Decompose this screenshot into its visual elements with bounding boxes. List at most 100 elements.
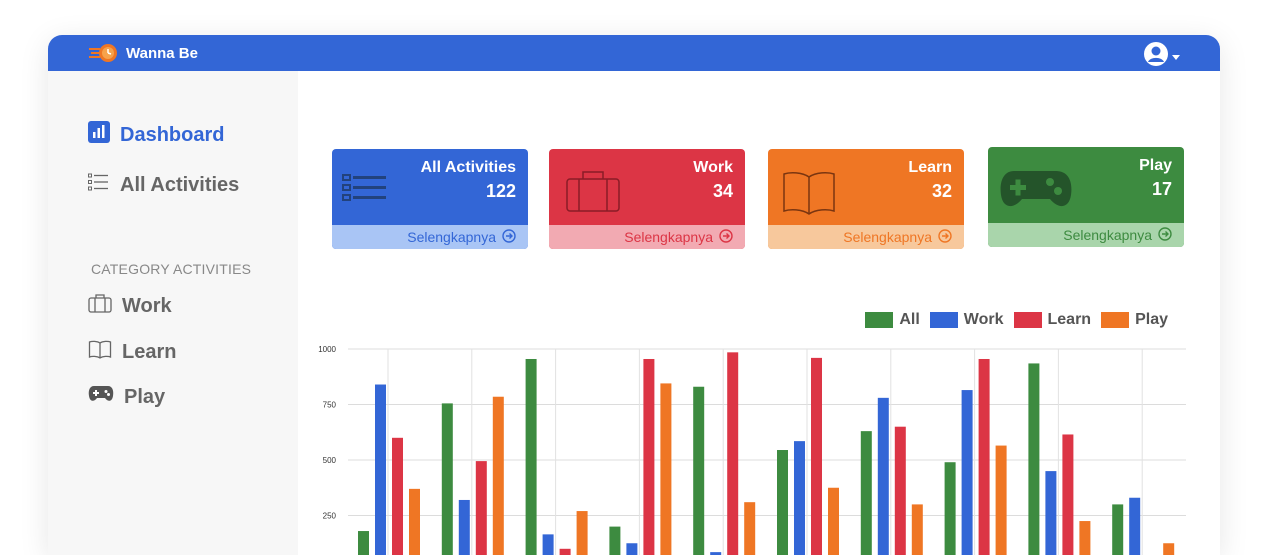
card-title: All Activities (420, 159, 516, 176)
y-tick-label: 1000 (318, 345, 336, 354)
sidebar-item-label: Play (124, 385, 166, 408)
y-tick-label: 250 (323, 512, 337, 521)
briefcase-icon (88, 293, 112, 319)
bar-work (375, 384, 386, 555)
y-tick-label: 750 (323, 401, 337, 410)
bar-play (660, 383, 672, 555)
bar-play (1079, 521, 1091, 555)
bar-play (1163, 543, 1175, 555)
legend-item-play[interactable]: Play (1101, 311, 1168, 329)
user-avatar-icon (1143, 41, 1169, 72)
sidebar-item-play[interactable]: Play (88, 385, 165, 409)
bar-play (492, 396, 504, 555)
brand[interactable]: Wanna Be (88, 42, 198, 64)
legend-label: Work (963, 311, 1004, 328)
bar-all (525, 358, 537, 555)
card-link-label: Selengkapnya (1063, 227, 1152, 243)
bar-all (1028, 363, 1040, 555)
card-link-label: Selengkapnya (407, 229, 496, 245)
bar-learn (559, 548, 571, 555)
bar-chart-icon (88, 121, 110, 149)
legend-swatch (1013, 312, 1042, 328)
bar-work (877, 397, 889, 555)
user-menu[interactable] (1143, 41, 1180, 72)
legend-item-learn[interactable]: Learn (1013, 311, 1092, 329)
legend-item-work[interactable]: Work (929, 311, 1004, 329)
bar-work (542, 534, 554, 555)
bar-all (441, 403, 453, 555)
sidebar-item-label: All Activities (120, 173, 240, 196)
card-more-link[interactable]: Selengkapnya (332, 225, 528, 249)
arrow-right-circle-icon (502, 228, 516, 246)
arrow-right-circle-icon (938, 228, 952, 246)
card-title: Learn (908, 159, 952, 176)
sidebar: Dashboard All Activities CATEGORY ACTIVI… (48, 71, 298, 555)
top-navbar: Wanna Be (48, 35, 1220, 71)
sidebar-item-work[interactable]: Work (88, 293, 172, 319)
sidebar-item-label: Dashboard (120, 123, 225, 146)
card-count: 34 (712, 181, 733, 201)
bar-all (1112, 504, 1124, 555)
legend-swatch (929, 312, 958, 328)
card-title: Play (1139, 157, 1172, 174)
bar-work (961, 390, 973, 555)
card-link-label: Selengkapnya (843, 229, 932, 245)
list-icon (88, 172, 110, 198)
bar-learn (811, 357, 822, 555)
sidebar-item-learn[interactable]: Learn (88, 339, 176, 365)
card-more-link[interactable]: Selengkapnya (988, 223, 1184, 247)
caret-down-icon (1172, 48, 1180, 66)
gamepad-icon (88, 385, 114, 409)
bar-work (1129, 497, 1141, 555)
bar-all (944, 462, 956, 555)
card-count: 32 (931, 181, 952, 201)
bar-learn (643, 358, 655, 555)
card-all-activities[interactable]: All Activities 122 Selengkapnya (332, 149, 528, 249)
bar-play (828, 487, 839, 555)
bar-learn (727, 352, 739, 555)
bar-play (744, 502, 756, 555)
card-work[interactable]: Work 34 Selengkapnya (549, 149, 745, 249)
bar-play (911, 504, 923, 555)
card-more-link[interactable]: Selengkapnya (768, 225, 964, 249)
legend-item-all[interactable]: All (865, 311, 920, 329)
bar-work (1045, 471, 1057, 555)
chart-legend: All Work Learn Play (861, 311, 1168, 329)
dashboard-main: All Activities 122 Selengkapnya Work 34 (298, 71, 1220, 555)
card-learn[interactable]: Learn 32 Selengkapnya (768, 149, 964, 249)
bar-learn (978, 358, 990, 555)
book-icon (778, 167, 840, 222)
rocket-clock-logo-icon (88, 42, 118, 64)
briefcase-icon (559, 167, 621, 218)
bar-work (626, 543, 638, 555)
card-count: 122 (485, 181, 516, 201)
bar-learn (392, 437, 403, 555)
legend-label: All (899, 311, 920, 328)
bar-all (693, 386, 705, 555)
legend-label: Learn (1047, 311, 1092, 328)
bar-all (358, 531, 369, 555)
bar-play (409, 488, 420, 555)
sidebar-item-label: Learn (122, 340, 177, 363)
legend-label: Play (1135, 311, 1168, 328)
bar-all (777, 450, 788, 555)
legend-swatch (865, 312, 894, 328)
list-icon (342, 167, 388, 212)
card-count: 17 (1151, 179, 1172, 199)
bar-learn (475, 461, 487, 555)
card-play[interactable]: Play 17 Selengkapnya (988, 147, 1184, 247)
card-title: Work (693, 159, 733, 176)
bar-all (860, 431, 872, 555)
app-window: Wanna Be Dashboard All Activities CATEGO… (48, 35, 1220, 555)
bar-work (458, 499, 470, 555)
card-more-link[interactable]: Selengkapnya (549, 225, 745, 249)
legend-swatch (1101, 312, 1130, 328)
sidebar-item-all-activities[interactable]: All Activities (88, 172, 239, 198)
bar-learn (894, 426, 906, 555)
book-icon (88, 339, 112, 365)
sidebar-item-dashboard[interactable]: Dashboard (88, 121, 224, 149)
bar-play (576, 511, 588, 555)
bar-play (995, 445, 1007, 555)
bar-work (794, 441, 805, 555)
gamepad-icon (998, 165, 1074, 216)
